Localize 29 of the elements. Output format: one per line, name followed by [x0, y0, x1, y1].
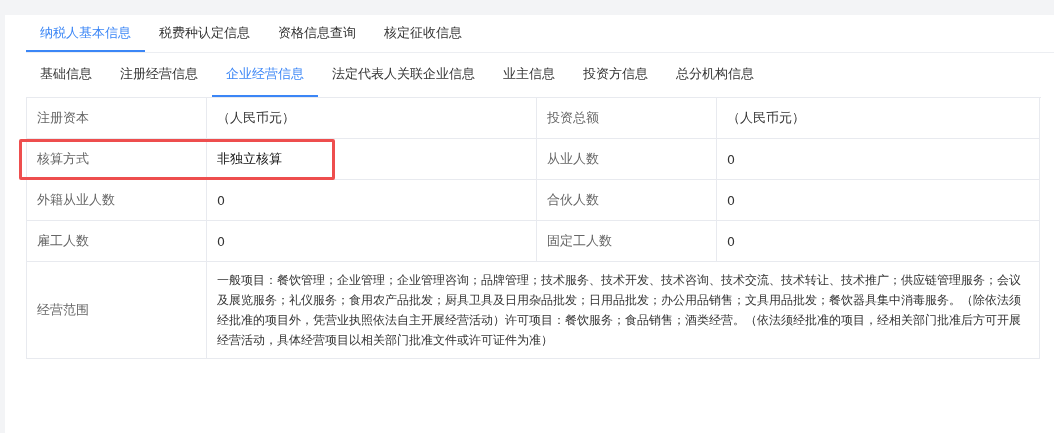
label-text: 投资总额 — [547, 109, 599, 127]
label-text: 固定工人数 — [547, 232, 612, 250]
field-value: 非独立核算 — [207, 139, 537, 180]
label-text: 雇工人数 — [37, 232, 89, 250]
sub-tab[interactable]: 总分机构信息 — [662, 53, 768, 97]
label-text: 外籍从业人数 — [37, 191, 115, 209]
field-value: 0 — [717, 180, 1040, 221]
label-text: 注册资本 — [37, 109, 89, 127]
field-value: 0 — [717, 139, 1040, 180]
field-value: 0 — [207, 221, 537, 262]
field-value: 0 — [207, 180, 537, 221]
tab[interactable]: 核定征收信息 — [370, 15, 476, 52]
label-text: 核算方式 — [37, 150, 89, 168]
sub-tab[interactable]: 法定代表人关联企业信息 — [318, 53, 489, 97]
label-text: 经营范围 — [37, 301, 89, 319]
field-value: （人民币元） — [207, 98, 537, 139]
field-value: （人民币元） — [717, 98, 1040, 139]
tab[interactable]: 资格信息查询 — [264, 15, 370, 52]
sub-tab[interactable]: 投资方信息 — [569, 53, 662, 97]
sub-tab[interactable]: 业主信息 — [489, 53, 569, 97]
tab[interactable]: 纳税人基本信息 — [26, 15, 145, 52]
sub-tab[interactable]: 企业经营信息 — [212, 53, 318, 97]
sub-tab[interactable]: 基础信息 — [26, 53, 106, 97]
label-text: 合伙人数 — [547, 191, 599, 209]
field-value: 0 — [717, 221, 1040, 262]
tab[interactable]: 税费种认定信息 — [145, 15, 264, 52]
field-value: 一般项目：餐饮管理；企业管理；企业管理咨询；品牌管理；技术服务、技术开发、技术咨询、技术交流、技术转让、技术推广；供应链管理服务；会议及展览服务；礼仪服务；食用农产品批发；厨具卫具及日用杂品批发；日用品批发；办公用品销售；文具用品批发；餐饮器具集中消毒服务。（除依法须经批准的项目外，凭营业执照依法自主开展经营活动）许可项目：餐饮服务；食品销售；酒类经营。（依法须经批准的项目，经相关部门批准后方可开展经营活动，具体经营项目以相关部门批准文件或许可证件为准） — [207, 262, 1040, 359]
label-text: 从业人数 — [547, 150, 599, 168]
sub-tab[interactable]: 注册经营信息 — [106, 53, 212, 97]
